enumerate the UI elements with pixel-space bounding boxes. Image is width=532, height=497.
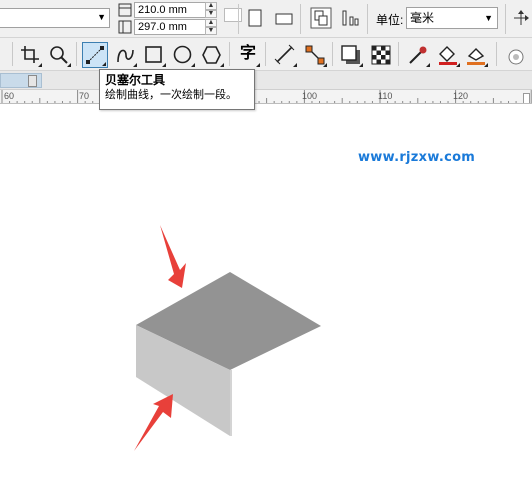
zoom-tool-button[interactable] xyxy=(46,42,72,68)
toolbox: 字 xyxy=(0,38,532,71)
document-tab-row xyxy=(0,71,532,90)
red-arrow-down-icon xyxy=(160,225,186,288)
flyout-arrow-icon xyxy=(38,63,42,67)
units-dropdown[interactable]: 毫米 ▼ xyxy=(406,7,498,29)
units-value: 毫米 xyxy=(410,11,435,25)
flyout-arrow-icon xyxy=(359,63,363,67)
options-icon[interactable] xyxy=(506,47,526,67)
smart-fill-tool-button[interactable] xyxy=(463,42,489,68)
bezier-tool-tooltip: 贝塞尔工具 绘制曲线，一次绘制一段。 xyxy=(99,69,255,110)
separator xyxy=(12,42,13,66)
units-label: 单位: xyxy=(376,13,404,27)
polygon-tool-button[interactable] xyxy=(199,42,225,68)
box-edge-face xyxy=(230,370,232,436)
tooltip-title: 贝塞尔工具 xyxy=(105,73,166,87)
width-spin-down[interactable]: ▼ xyxy=(205,10,217,18)
separator xyxy=(367,4,368,34)
width-icon xyxy=(118,3,132,17)
tooltip-description: 绘制曲线，一次绘制一段。 xyxy=(105,89,237,101)
artistic-media-tool-button[interactable] xyxy=(112,42,138,68)
bezier-tool-button[interactable] xyxy=(82,42,108,68)
separator xyxy=(229,42,230,66)
flyout-arrow-icon xyxy=(162,63,166,67)
watermark: www.rjzxw.com xyxy=(358,150,476,165)
separator xyxy=(332,42,333,66)
crop-tool-button[interactable] xyxy=(17,42,43,68)
ruler-label: 70 xyxy=(79,91,90,101)
separator xyxy=(238,4,239,34)
all-pages-icon[interactable] xyxy=(310,7,332,29)
text-tool-icon: 字 xyxy=(239,45,256,62)
flyout-arrow-icon xyxy=(426,63,430,67)
height-spin-up[interactable]: ▲ xyxy=(205,19,217,27)
paper-size-dropdown[interactable]: ▼ xyxy=(0,8,110,28)
flyout-arrow-icon xyxy=(323,63,327,67)
ruler-corner-marker xyxy=(523,93,530,103)
ruler-label: 110 xyxy=(378,91,393,101)
flyout-arrow-icon xyxy=(102,62,106,66)
horizontal-ruler[interactable]: 60 70 80 90 100 110 120 xyxy=(0,90,532,104)
chevron-down-icon: ▼ xyxy=(484,13,493,23)
flyout-arrow-icon xyxy=(191,63,195,67)
current-page-icon[interactable] xyxy=(340,7,362,29)
portrait-orientation-icon[interactable] xyxy=(246,8,264,28)
separator xyxy=(76,42,77,66)
ruler-label: 100 xyxy=(302,91,318,101)
flyout-arrow-icon xyxy=(133,63,137,67)
text-tool-button[interactable]: 字 xyxy=(235,42,261,68)
separator xyxy=(398,42,399,66)
height-field[interactable]: 297.0 mm xyxy=(134,19,206,35)
eyedropper-tool-button[interactable] xyxy=(405,42,431,68)
flyout-arrow-icon xyxy=(484,63,488,67)
flyout-arrow-icon xyxy=(256,63,260,67)
flyout-arrow-icon xyxy=(67,63,71,67)
flyout-arrow-icon xyxy=(293,63,297,67)
document-tab[interactable] xyxy=(0,73,42,88)
chevron-down-icon: ▼ xyxy=(97,12,106,22)
red-arrow-up-icon xyxy=(134,394,173,451)
ellipse-tool-button[interactable] xyxy=(170,42,196,68)
ruler-origin-icon xyxy=(28,75,37,87)
transparency-tool-button[interactable] xyxy=(368,42,394,68)
separator xyxy=(300,4,301,34)
property-bar: ▼ 210.0 mm ▲ ▼ 297.0 mm ▲ ▼ 单位: 毫米 ▼ xyxy=(0,0,532,38)
height-icon xyxy=(118,20,132,34)
width-spin-up[interactable]: ▲ xyxy=(205,2,217,10)
separator xyxy=(505,4,506,34)
ruler-label: 120 xyxy=(453,91,469,101)
flyout-arrow-icon xyxy=(220,63,224,67)
height-spin-down[interactable]: ▼ xyxy=(205,27,217,35)
width-field[interactable]: 210.0 mm xyxy=(134,2,206,18)
nudge-distance-icon[interactable] xyxy=(512,9,530,27)
connector-tool-button[interactable] xyxy=(302,42,328,68)
separator xyxy=(496,42,497,66)
flyout-arrow-icon xyxy=(456,63,460,67)
rectangle-tool-button[interactable] xyxy=(141,42,167,68)
ruler-label: 60 xyxy=(4,91,15,101)
drop-shadow-tool-button[interactable] xyxy=(338,42,364,68)
color-swatch-button[interactable] xyxy=(224,8,242,22)
separator xyxy=(265,42,266,66)
landscape-orientation-icon[interactable] xyxy=(274,8,294,28)
parallel-dimension-tool-button[interactable] xyxy=(272,42,298,68)
transparency-tool-icon xyxy=(371,45,391,65)
interactive-fill-tool-button[interactable] xyxy=(435,42,461,68)
